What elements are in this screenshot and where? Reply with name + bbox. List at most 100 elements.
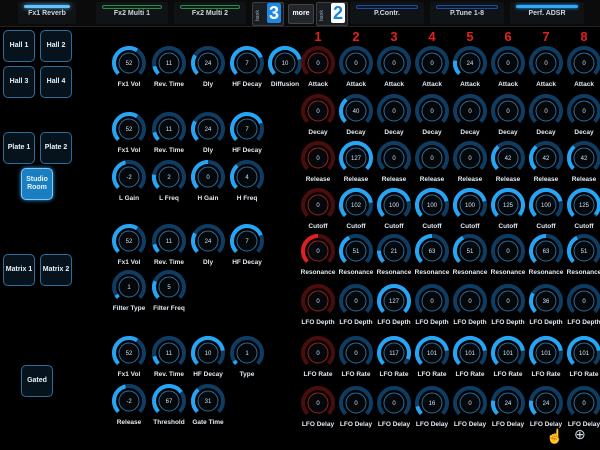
preset-hall3-button[interactable]: Hall 3 (3, 66, 35, 98)
voice-8-lfo-depth-knob[interactable]: 0 LFO Depth (565, 282, 600, 330)
knob-label: Attack (574, 81, 594, 88)
knob-dial: 0 (453, 386, 487, 416)
knob-dial: 52 (112, 112, 146, 142)
knob-dial: 0 (301, 386, 335, 416)
zoom-icon[interactable]: ⊕ (574, 426, 586, 443)
knob-dial: 52 (112, 46, 146, 76)
knob-dial: 125 (567, 188, 600, 218)
tab-fx2-multi2[interactable]: Fx2 Multi 2 (174, 2, 246, 24)
knob-value: 24 (205, 61, 212, 67)
knob-dial: 7 (230, 112, 264, 142)
preset-plate1-button[interactable]: Plate 1 (3, 132, 35, 164)
knob-label: Type (239, 371, 255, 378)
knob-value: 42 (543, 156, 550, 162)
knob-label: Gate Time (192, 419, 224, 426)
voice-8-cutoff-knob[interactable]: 125 Cutoff (565, 186, 600, 234)
knob-value: 52 (126, 61, 133, 67)
knob-level-arc (152, 243, 160, 254)
tab-perf-adsr[interactable]: Perf. ADSR (510, 2, 584, 24)
knob-value: -2 (126, 175, 132, 181)
knob-dial: 0 (377, 386, 411, 416)
knob-dial: 100 (377, 188, 411, 218)
knob-dial: 10 (191, 336, 225, 366)
fx-knob-hf-decay[interactable]: 7 HF Decay (228, 222, 266, 270)
preset-hall2-button[interactable]: Hall 2 (40, 30, 72, 62)
fx-knob-hf-decay[interactable]: 7 HF Decay (228, 110, 266, 158)
app-window: Fx1 Reverb Fx2 Multi 1 Fx2 Multi 2 bank … (0, 0, 600, 450)
knob-dial: 11 (152, 112, 186, 142)
knob-value: 100 (541, 203, 552, 209)
voice-8-lfo-delay-knob[interactable]: 0 LFO Delay (565, 384, 600, 432)
bank-a-number: 3 (267, 3, 281, 23)
voice-8-lfo-rate-knob[interactable]: 101 LFO Rate (565, 334, 600, 382)
bank-a-button[interactable]: bank 3 (252, 2, 284, 26)
knob-level-arc (191, 388, 200, 414)
knob-level-arc (415, 405, 423, 416)
knob-level-arc (232, 359, 238, 366)
knob-value: 36 (543, 299, 550, 305)
more-button[interactable]: more (288, 4, 314, 24)
knob-value: 11 (166, 61, 173, 67)
knob-value: 127 (351, 156, 362, 162)
knob-dial: 0 (339, 46, 373, 76)
knob-label: Filter Freq (153, 305, 185, 312)
knob-level-arc (230, 164, 239, 190)
fx-knob-type[interactable]: 1 Type (228, 334, 266, 382)
tab-p-contr[interactable]: P.Contr. (350, 2, 424, 24)
knob-dial: 0 (301, 284, 335, 314)
knob-value: 31 (205, 399, 212, 405)
knob-dial: 101 (529, 336, 563, 366)
bank-b-button[interactable]: bank 2 (316, 2, 348, 26)
preset-gated-button[interactable]: Gated (21, 365, 53, 397)
voice-8-release-knob[interactable]: 42 Release (565, 139, 600, 187)
voice-column-number: 5 (466, 29, 474, 44)
knob-value: 24 (205, 127, 212, 133)
knob-level-arc (567, 145, 576, 171)
voice-8-resonance-knob[interactable]: 51 Resonance (565, 232, 600, 280)
knob-level-arc (377, 250, 385, 264)
fx-knob-filter-freq[interactable]: 5 Filter Freq (150, 268, 188, 316)
tab-p-tune[interactable]: P.Tune 1-8 (430, 2, 504, 24)
tab-fx1-reverb[interactable]: Fx1 Reverb (18, 2, 76, 24)
knob-value: 117 (389, 351, 399, 357)
knob-value: 21 (391, 249, 398, 255)
tab-label: P.Contr. (374, 10, 400, 17)
knob-dial: 0 (301, 336, 335, 366)
knob-dial: 0 (191, 160, 225, 190)
voice-8-decay-knob[interactable]: 0 Decay (565, 92, 600, 140)
knob-value: 102 (351, 203, 362, 209)
bank-b-number: 2 (331, 3, 345, 23)
knob-value: 51 (581, 249, 588, 255)
tab-label: Fx1 Reverb (28, 10, 66, 17)
knob-value: 63 (543, 249, 550, 255)
preset-hall4-button[interactable]: Hall 4 (40, 66, 72, 98)
knob-dial: 7 (230, 46, 264, 76)
preset-matrix2-button[interactable]: Matrix 2 (40, 254, 72, 286)
knob-value: 11 (166, 351, 173, 357)
knob-level-arc (529, 292, 537, 314)
preset-studio-room-button[interactable]: Studio Room (21, 168, 53, 200)
knob-value: 125 (503, 203, 514, 209)
preset-hall1-button[interactable]: Hall 1 (3, 30, 35, 62)
tab-indicator (102, 5, 162, 9)
fx-knob-h-freq[interactable]: 4 H Freq (228, 158, 266, 206)
knob-dial: 10 (268, 46, 302, 76)
preset-plate2-button[interactable]: Plate 2 (40, 132, 72, 164)
knob-dial: 101 (415, 336, 449, 366)
knob-label: LFO Rate (569, 371, 599, 378)
knob-label: LFO Depth (567, 319, 600, 326)
knob-dial: 117 (377, 336, 411, 366)
voice-8-attack-knob[interactable]: 0 Attack (565, 44, 600, 92)
bank-label: bank (319, 10, 325, 21)
knob-dial: 0 (567, 386, 600, 416)
knob-value: 24 (543, 401, 550, 407)
knob-label: Resonance (566, 269, 600, 276)
knob-value: -2 (126, 399, 132, 405)
fx-knob-gate-time[interactable]: 31 Gate Time (189, 382, 227, 430)
knob-dial: 0 (415, 284, 449, 314)
knob-dial: 0 (301, 234, 335, 264)
preset-matrix1-button[interactable]: Matrix 1 (3, 254, 35, 286)
knob-dial: 0 (491, 46, 525, 76)
tab-fx2-multi1[interactable]: Fx2 Multi 1 (96, 2, 168, 24)
knob-value: 67 (166, 399, 173, 405)
